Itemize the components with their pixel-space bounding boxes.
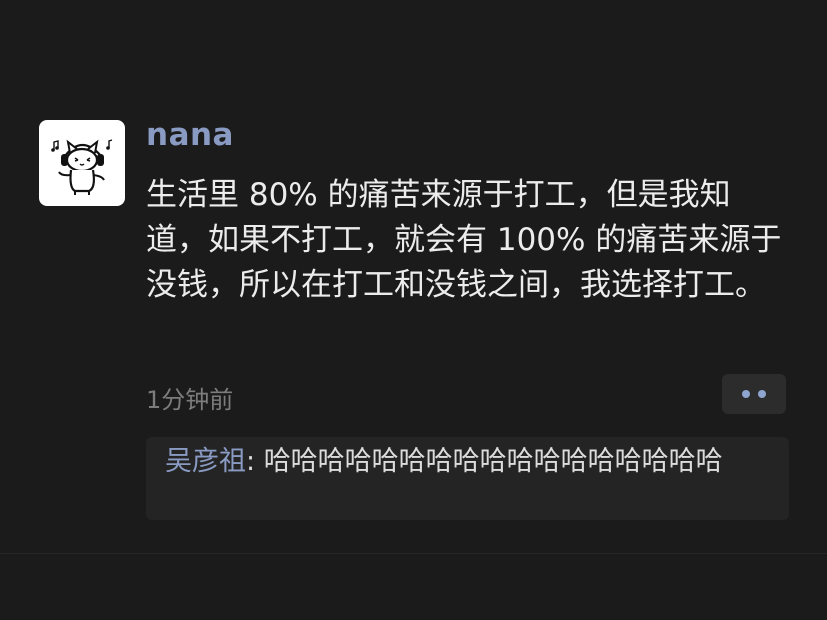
post-content: 生活里 80% 的痛苦来源于打工，但是我知道，如果不打工，就会有 100% 的痛… [146,177,782,303]
divider [0,553,827,554]
more-dots-icon [742,390,750,398]
cat-with-headphones-icon [51,139,113,195]
comment-section: 吴彦祖: 哈哈哈哈哈哈哈哈哈哈哈哈哈哈哈哈哈 [146,437,789,520]
timestamp: 1分钟前 [146,386,234,414]
comment-text: 哈哈哈哈哈哈哈哈哈哈哈哈哈哈哈哈哈 [263,446,723,477]
more-dots-icon [758,390,766,398]
comment-author[interactable]: 吴彦祖 [165,446,246,477]
more-button[interactable] [722,374,786,414]
comment-separator: : [246,446,264,477]
avatar[interactable] [39,120,125,206]
username[interactable]: nana [146,117,234,153]
moment-post: nana 生活里 80% 的痛苦来源于打工，但是我知道，如果不打工，就会有 10… [0,0,827,553]
comment-item[interactable]: 吴彦祖: 哈哈哈哈哈哈哈哈哈哈哈哈哈哈哈哈哈 [165,445,775,479]
